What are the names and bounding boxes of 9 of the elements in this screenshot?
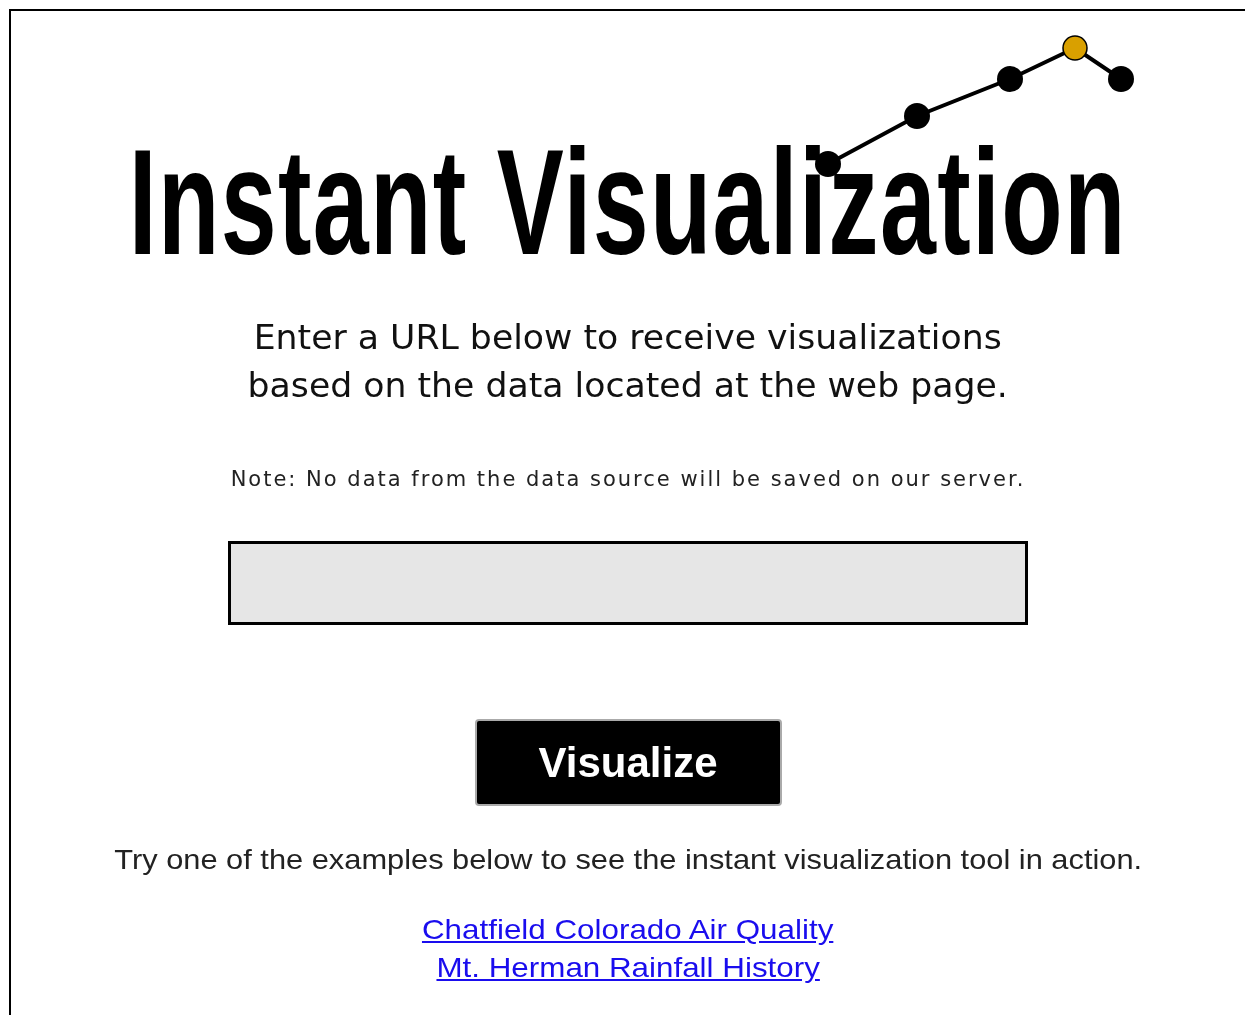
intro-text: based on the data located at the web page. [247,364,1009,407]
note-text: Note: No data from the data source will be saved on our server. [230,467,1026,491]
examples-text: Try one of the examples below to see the instant visualization tool in action. [114,844,1142,876]
example-link[interactable]: Mt. Herman Rainfall History [436,949,820,987]
intro-text: Enter a URL below to receive visualizations [253,316,1003,359]
visualize-button[interactable]: Visualize [474,719,782,806]
example-link[interactable]: Chatfield Colorado Air Quality [422,911,834,949]
logo-title: Instant Visualization [129,127,1127,277]
url-input-field[interactable] [228,541,1028,625]
